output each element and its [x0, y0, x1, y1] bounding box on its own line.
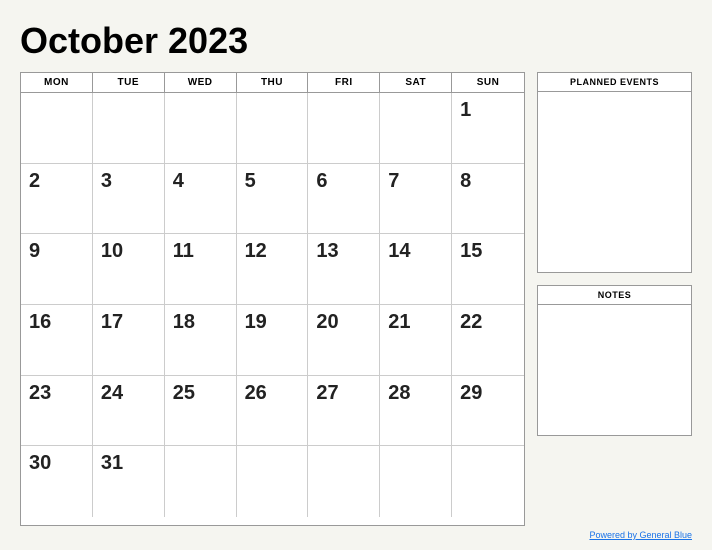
page-title: October 2023	[20, 20, 692, 62]
calendar-cell: 8	[452, 164, 524, 235]
planned-events-box: PLANNED EVENTS	[537, 72, 692, 273]
footer: Powered by General Blue	[20, 530, 692, 540]
day-header: SAT	[380, 73, 452, 92]
main-content: MONTUEWEDTHUFRISATSUN 123456789101112131…	[20, 72, 692, 526]
calendar-header: MONTUEWEDTHUFRISATSUN	[21, 73, 524, 93]
calendar-cell: 7	[380, 164, 452, 235]
calendar-cell: 10	[93, 234, 165, 305]
calendar-cell	[237, 93, 309, 164]
calendar-cell	[380, 93, 452, 164]
calendar-cell	[308, 446, 380, 517]
calendar-cell	[93, 93, 165, 164]
calendar-cell: 24	[93, 376, 165, 447]
calendar-cell: 11	[165, 234, 237, 305]
footer-link[interactable]: Powered by General Blue	[589, 530, 692, 540]
calendar-cell: 3	[93, 164, 165, 235]
notes-box: NOTES	[537, 285, 692, 436]
calendar-cell: 19	[237, 305, 309, 376]
sidebar: PLANNED EVENTS NOTES	[537, 72, 692, 526]
calendar-cell: 23	[21, 376, 93, 447]
calendar-grid: 1234567891011121314151617181920212223242…	[21, 93, 524, 517]
calendar: MONTUEWEDTHUFRISATSUN 123456789101112131…	[20, 72, 525, 526]
planned-events-title: PLANNED EVENTS	[538, 73, 691, 92]
calendar-cell	[21, 93, 93, 164]
day-header: MON	[21, 73, 93, 92]
calendar-cell: 29	[452, 376, 524, 447]
calendar-cell: 12	[237, 234, 309, 305]
notes-content	[538, 305, 691, 435]
calendar-cell: 20	[308, 305, 380, 376]
calendar-cell	[380, 446, 452, 517]
calendar-cell: 17	[93, 305, 165, 376]
calendar-cell: 13	[308, 234, 380, 305]
calendar-cell: 4	[165, 164, 237, 235]
calendar-cell	[165, 446, 237, 517]
notes-title: NOTES	[538, 286, 691, 305]
calendar-cell: 6	[308, 164, 380, 235]
calendar-cell	[165, 93, 237, 164]
calendar-cell: 25	[165, 376, 237, 447]
calendar-cell	[452, 446, 524, 517]
planned-events-content	[538, 92, 691, 272]
calendar-cell: 15	[452, 234, 524, 305]
calendar-cell: 5	[237, 164, 309, 235]
calendar-cell: 28	[380, 376, 452, 447]
calendar-cell	[308, 93, 380, 164]
calendar-cell: 27	[308, 376, 380, 447]
day-header: SUN	[452, 73, 524, 92]
calendar-cell: 22	[452, 305, 524, 376]
calendar-cell: 9	[21, 234, 93, 305]
day-header: TUE	[93, 73, 165, 92]
calendar-cell: 1	[452, 93, 524, 164]
calendar-cell: 14	[380, 234, 452, 305]
calendar-cell: 21	[380, 305, 452, 376]
calendar-cell: 2	[21, 164, 93, 235]
day-header: THU	[237, 73, 309, 92]
calendar-cell: 31	[93, 446, 165, 517]
day-header: WED	[165, 73, 237, 92]
calendar-cell: 30	[21, 446, 93, 517]
day-header: FRI	[308, 73, 380, 92]
calendar-cell: 16	[21, 305, 93, 376]
calendar-cell	[237, 446, 309, 517]
calendar-cell: 18	[165, 305, 237, 376]
calendar-cell: 26	[237, 376, 309, 447]
